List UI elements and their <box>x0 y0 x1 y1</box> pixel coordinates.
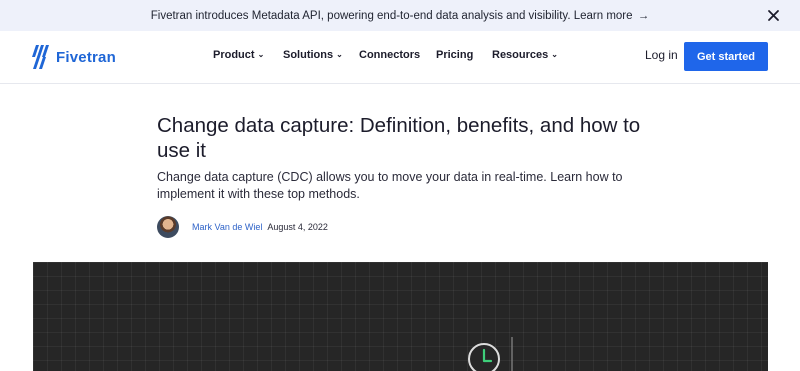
nav-item-product[interactable]: Product ⌄ <box>213 49 264 61</box>
nav-item-resources[interactable]: Resources ⌄ <box>492 49 558 61</box>
fivetran-logo-icon <box>32 45 49 69</box>
byline: Mark Van de Wiel August 4, 2022 <box>157 216 328 238</box>
author-link[interactable]: Mark Van de Wiel <box>192 222 262 232</box>
nav-item-label: Pricing <box>436 49 474 61</box>
fivetran-logo[interactable]: Fivetran <box>32 45 116 69</box>
arrow-right-icon: → <box>637 9 650 22</box>
chevron-down-icon: ⌄ <box>257 50 265 59</box>
close-icon[interactable] <box>767 9 780 22</box>
nav-item-connectors[interactable]: Connectors <box>359 49 420 61</box>
nav-item-label: Connectors <box>359 49 421 61</box>
nav-item-solutions[interactable]: Solutions ⌄ <box>283 49 343 61</box>
article-title: Change data capture: Definition, benefit… <box>157 114 641 162</box>
article-subtitle: Change data capture (CDC) allows you to … <box>157 170 623 201</box>
announcement-link[interactable]: Fivetran introduces Metadata API, poweri… <box>151 10 649 22</box>
chevron-down-icon: ⌄ <box>336 50 343 59</box>
nav-item-pricing[interactable]: Pricing <box>436 49 473 61</box>
login-link[interactable]: Log in <box>645 48 678 62</box>
hero-illustration <box>468 337 513 371</box>
nav-item-label: Product <box>213 49 255 61</box>
announcement-text: Fivetran introduces Metadata API, poweri… <box>150 9 633 22</box>
brand-name: Fivetran <box>56 48 116 66</box>
author-avatar <box>157 216 179 238</box>
clock-icon <box>468 343 500 371</box>
main-navigation: Fivetran Product ⌄ Solutions ⌄ Connectors … <box>0 31 800 84</box>
publish-date: August 4, 2022 <box>267 222 328 232</box>
hero-image <box>33 262 768 371</box>
chevron-down-icon: ⌄ <box>551 50 558 59</box>
nav-item-label: Resources <box>492 49 549 61</box>
nav-item-label: Solutions <box>283 49 334 61</box>
get-started-button[interactable]: Get started <box>684 42 768 71</box>
announcement-bar: Fivetran introduces Metadata API, poweri… <box>0 0 800 31</box>
